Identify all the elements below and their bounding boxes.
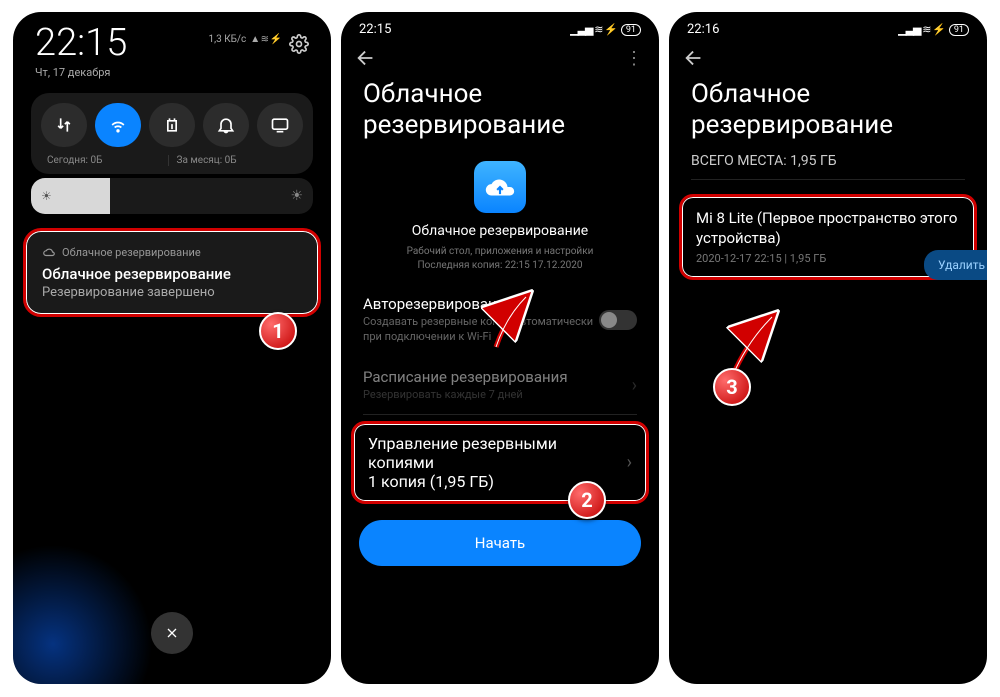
data-usage: Сегодня: 0Б За месяц: 0Б — [41, 147, 303, 174]
back-icon[interactable] — [355, 47, 377, 69]
phone-screenshot-1: 22:15 Чт, 17 декабря 1,3 КБ/с ▲ ≋ ⚡ — [13, 12, 331, 684]
divider — [691, 179, 965, 180]
net-speed: 1,3 КБ/с ▲ ≋ ⚡ — [209, 34, 281, 45]
notification-body: Резервирование завершено — [42, 285, 302, 300]
status-bar: 22:15 ▁▃▅ ≋ ⚡ 91 — [341, 12, 659, 41]
sun-high-icon: ☀ — [290, 188, 303, 204]
qs-mobile-data[interactable] — [41, 103, 87, 147]
settings-icon[interactable] — [289, 34, 309, 54]
qs-header: 22:15 Чт, 17 декабря 1,3 КБ/с ▲ ≋ ⚡ — [13, 12, 331, 83]
start-backup-button[interactable]: Начать — [359, 520, 641, 566]
sun-low-icon: ☀ — [41, 189, 52, 203]
backup-name: Mi 8 Lite (Первое пространство этого уст… — [696, 209, 960, 248]
qs-wifi[interactable] — [95, 103, 141, 147]
menu-icon[interactable]: ⋮ — [625, 48, 645, 69]
clear-notifications-button[interactable] — [151, 612, 193, 654]
delete-button[interactable]: Удалить — [924, 250, 987, 280]
qs-charge[interactable] — [149, 103, 195, 147]
chevron-right-icon: › — [627, 452, 632, 473]
phone-screenshot-2: 22:15 ▁▃▅ ≋ ⚡ 91 ⋮ Облачное резервирован… — [341, 12, 659, 684]
backup-meta: 2020-12-17 22:15 | 1,95 ГБ — [696, 252, 960, 265]
schedule-label: Расписание резервирования — [363, 368, 632, 386]
wallpaper-glow — [13, 544, 153, 684]
qs-cast[interactable] — [257, 103, 303, 147]
qs-dnd[interactable] — [203, 103, 249, 147]
manage-backups-sub: 1 копия (1,95 ГБ) — [368, 472, 557, 491]
phone-screenshot-3: 22:16 ▁▃▅ ≋ ⚡ 91 Облачное резервирование… — [669, 12, 987, 684]
step-badge-1: 1 — [259, 312, 297, 350]
auto-backup-switch[interactable] — [599, 310, 637, 330]
status-time: 22:15 — [359, 22, 391, 37]
step-badge-2: 2 — [568, 481, 606, 519]
battery-indicator: 91 — [621, 24, 641, 36]
notification-title: Облачное резервирование — [42, 265, 302, 283]
status-time: 22:16 — [687, 22, 719, 37]
manage-backups-row[interactable]: Управление резервными копиями 1 копия (1… — [351, 421, 649, 504]
clock-time: 22:15 — [35, 24, 127, 62]
quick-settings-panel: Сегодня: 0Б За месяц: 0Б — [31, 93, 313, 174]
auto-backup-row[interactable]: Авторезервирование Создавать резервные к… — [341, 283, 659, 356]
cloud-backup-tile: Облачное резервирование Рабочий стол, пр… — [341, 161, 659, 273]
signal-icons: ▁▃▅ ≋ ⚡ — [898, 23, 945, 36]
status-bar: 22:16 ▁▃▅ ≋ ⚡ 91 — [669, 12, 987, 41]
step-badge-3: 3 — [713, 368, 751, 406]
page-title: Облачное резервирование — [669, 69, 987, 147]
back-icon[interactable] — [683, 47, 705, 69]
cloud-icon — [42, 245, 56, 259]
battery-indicator: 91 — [949, 24, 969, 36]
cloud-logo-icon — [474, 161, 526, 213]
schedule-row[interactable]: Расписание резервирования Резервировать … — [341, 356, 659, 414]
auto-backup-label: Авторезервирование — [363, 295, 599, 313]
signal-icons: ▁▃▅ ≋ ⚡ — [570, 23, 617, 36]
schedule-sub: Резервировать каждые 7 дней — [363, 388, 632, 402]
clock-date: Чт, 17 декабря — [35, 66, 127, 79]
notification-card[interactable]: Облачное резервирование Облачное резерви… — [23, 228, 321, 317]
page-title: Облачное резервирование — [341, 69, 659, 147]
notification-app-name: Облачное резервирование — [62, 246, 201, 259]
cloud-backup-subtitle: Рабочий стол, приложения и настройки Пос… — [407, 245, 594, 273]
auto-backup-sub: Создавать резервные копии автоматически … — [363, 315, 599, 344]
chevron-right-icon: › — [632, 375, 637, 396]
brightness-slider[interactable]: ☀ ☀ — [31, 178, 313, 214]
divider — [363, 414, 637, 415]
manage-backups-label: Управление резервными копиями — [368, 434, 557, 472]
total-space-label: ВСЕГО МЕСТА: 1,95 ГБ — [669, 147, 987, 179]
cloud-backup-title: Облачное резервирование — [412, 223, 588, 239]
